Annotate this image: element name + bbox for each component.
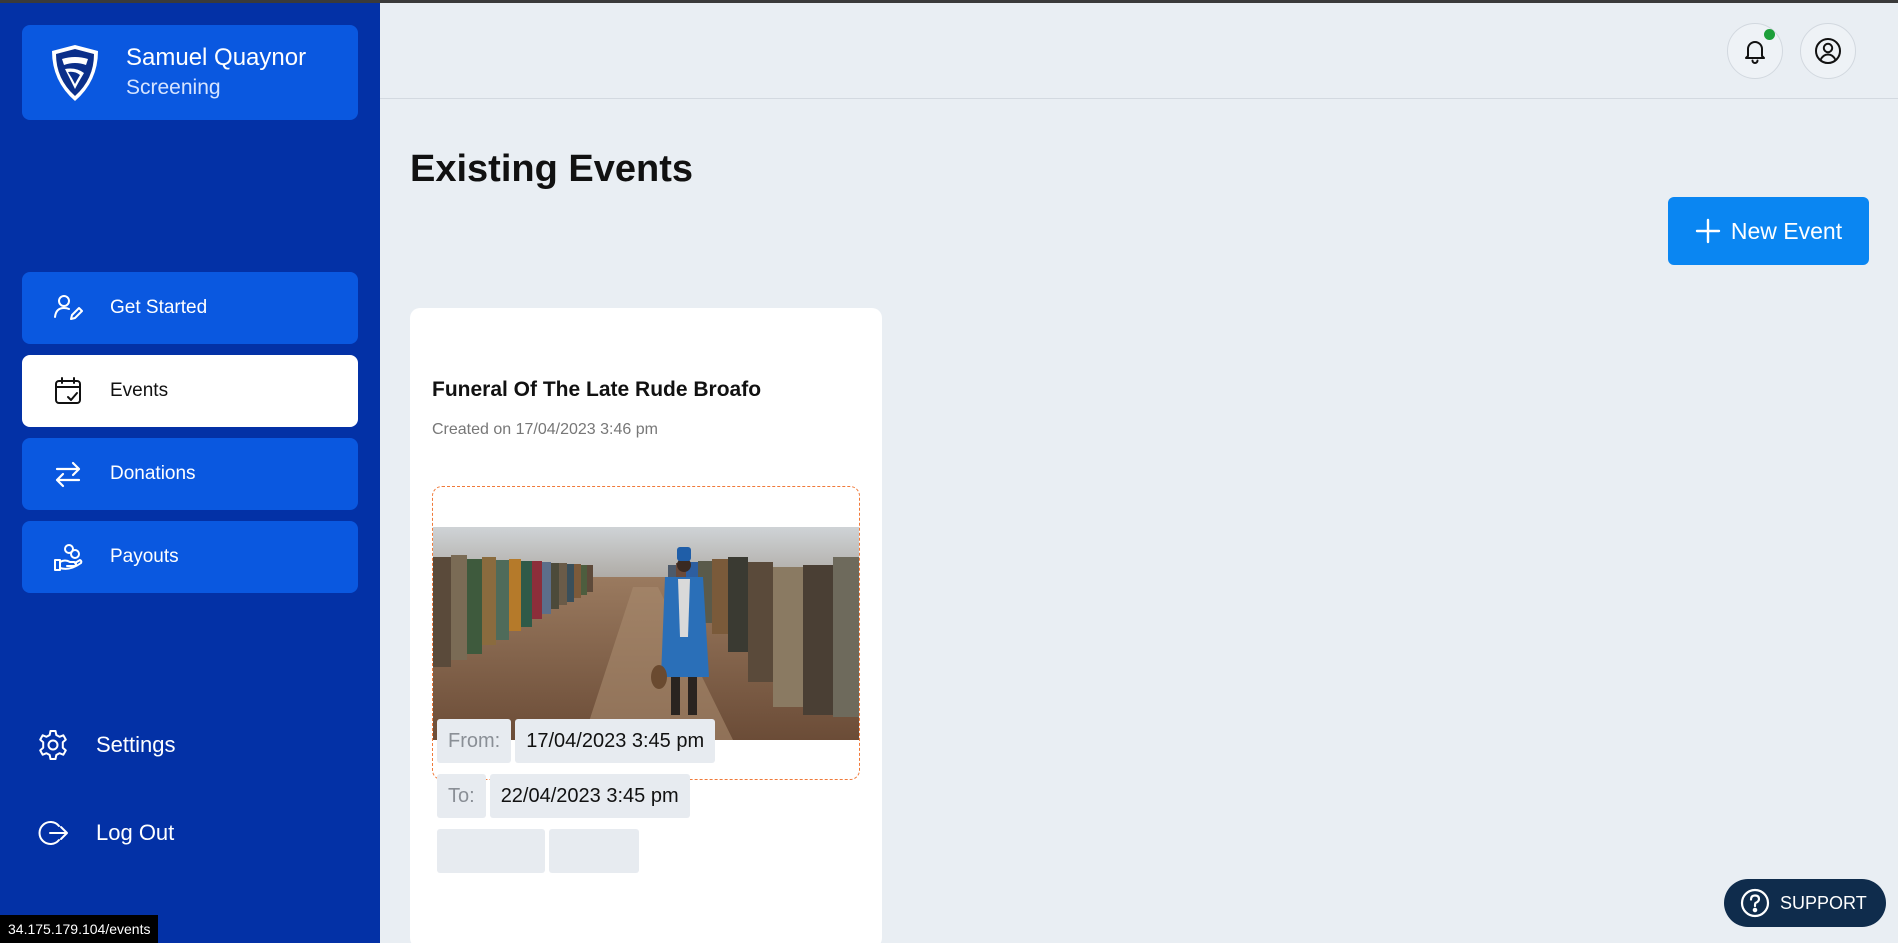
to-value: 22/04/2023 3:45 pm (489, 774, 690, 818)
sidebar-item-events[interactable]: Events (22, 355, 358, 427)
notifications-button[interactable] (1727, 23, 1783, 79)
notification-dot (1764, 29, 1775, 40)
user-circle-icon (1815, 38, 1841, 64)
event-image (433, 527, 859, 740)
page-title: Existing Events (410, 148, 693, 190)
new-event-label: New Event (1730, 217, 1843, 244)
logout-icon (36, 816, 70, 850)
settings-link[interactable]: Settings (36, 728, 176, 762)
account-button[interactable] (1800, 23, 1856, 79)
event-to-row: To: 22/04/2023 3:45 pm (437, 774, 690, 818)
to-label: To: (437, 774, 486, 818)
support-button[interactable]: SUPPORT (1724, 879, 1886, 927)
status-bar-url: 34.175.179.104/events (0, 915, 159, 943)
plus-icon (1695, 218, 1721, 244)
shield-logo-icon (52, 44, 98, 101)
settings-label: Settings (96, 732, 176, 757)
event-title: Funeral Of The Late Rude Broafo (432, 378, 762, 401)
support-label: SUPPORT (1780, 892, 1867, 913)
new-event-button[interactable]: New Event (1668, 197, 1869, 265)
extra-label (437, 829, 545, 873)
sidebar-item-payouts[interactable]: Payouts (22, 521, 358, 593)
from-value: 17/04/2023 3:45 pm (515, 719, 716, 763)
logout-label: Log Out (96, 820, 175, 845)
sidebar-item-label: Donations (110, 463, 196, 484)
from-label: From: (437, 719, 512, 763)
sidebar-item-label: Payouts (110, 546, 179, 567)
gear-icon (36, 728, 70, 762)
calendar-check-icon (52, 375, 84, 407)
profile-name: Samuel Quaynor (126, 43, 307, 71)
sidebar-item-label: Events (110, 380, 169, 401)
sidebar-item-donations[interactable]: Donations (22, 438, 358, 510)
sidebar: Samuel Quaynor Screening Get Started Eve… (0, 3, 380, 943)
hand-coins-icon (52, 541, 84, 573)
top-header (380, 3, 1898, 99)
help-circle-icon (1740, 888, 1770, 918)
bell-icon (1745, 41, 1765, 64)
sidebar-item-label: Get Started (110, 297, 208, 318)
event-card[interactable]: Funeral Of The Late Rude Broafo Created … (410, 308, 882, 943)
event-from-row: From: 17/04/2023 3:45 pm (437, 719, 716, 763)
sidebar-item-get-started[interactable]: Get Started (22, 272, 358, 344)
extra-value (549, 829, 639, 873)
logout-link[interactable]: Log Out (36, 816, 174, 850)
event-extra-row (437, 829, 639, 873)
profile-card[interactable]: Samuel Quaynor Screening (22, 25, 358, 120)
event-created-date: Created on 17/04/2023 3:46 pm (432, 421, 658, 438)
profile-role: Screening (126, 75, 221, 99)
window-top-border (0, 0, 1898, 3)
transfer-arrows-icon (52, 458, 84, 490)
user-edit-icon (52, 292, 84, 324)
